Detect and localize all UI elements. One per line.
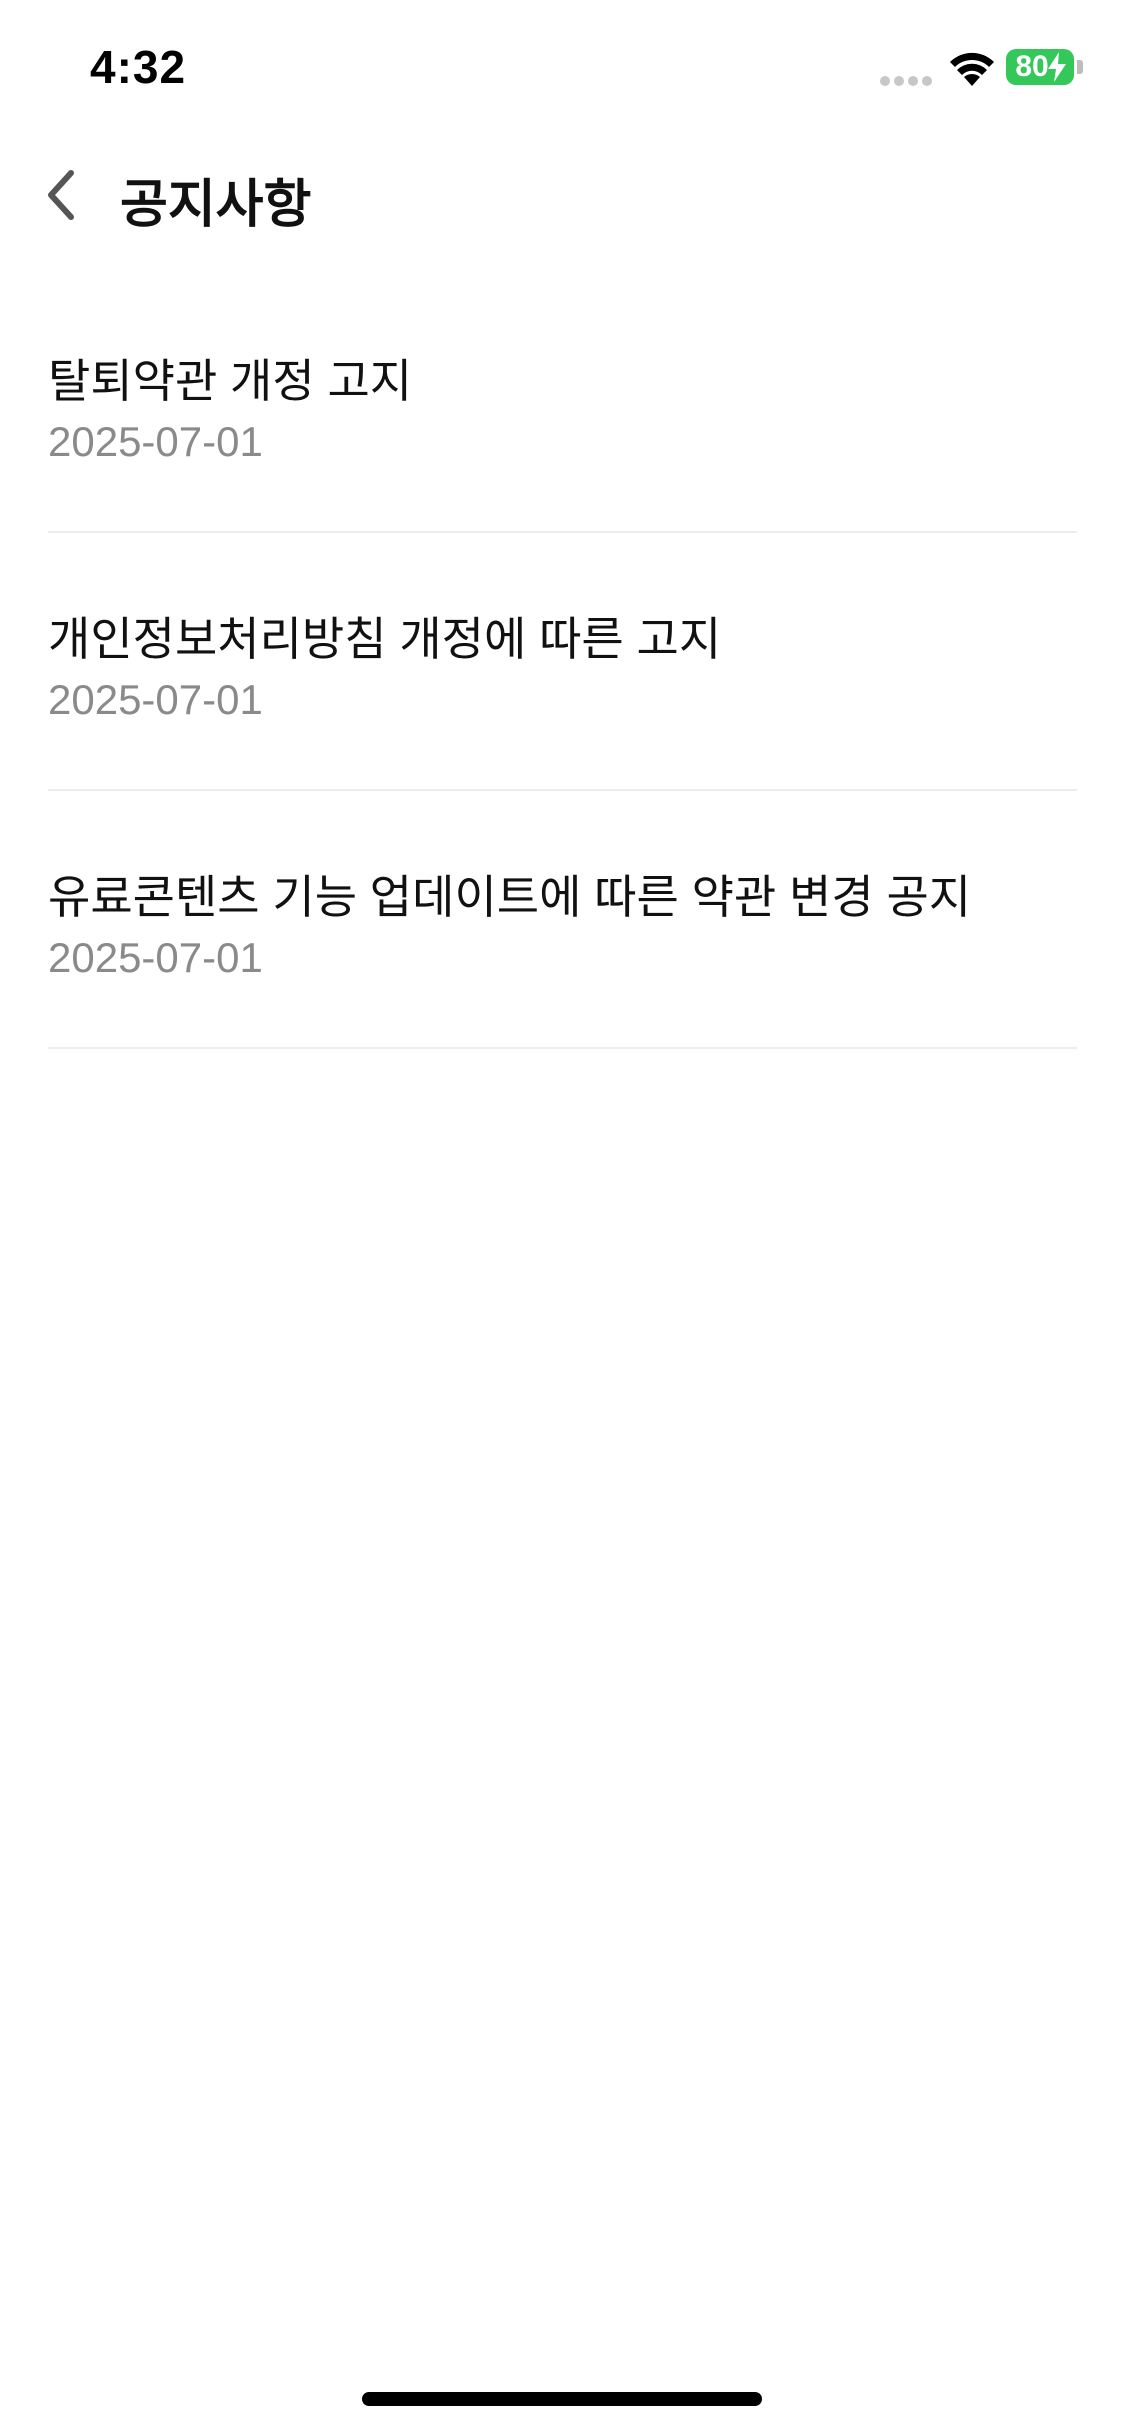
home-indicator[interactable] [362,2392,762,2406]
status-bar: 4:32 80 [0,0,1125,140]
notice-date: 2025-07-01 [48,418,263,465]
notice-title: 유료콘텐츠 기능 업데이트에 따른 약관 변경 공지 [48,871,972,923]
notice-item[interactable]: 탈퇴약관 개정 고지 2025-07-01 [48,275,1077,533]
status-time: 4:32 [90,41,187,93]
notice-title: 개인정보처리방침 개정에 따른 고지 [48,613,722,665]
battery-cap [1077,60,1083,74]
header: 공지사항 [0,140,1125,250]
back-button[interactable] [30,160,90,230]
notice-item[interactable]: 개인정보처리방침 개정에 따른 고지 2025-07-01 [48,533,1077,791]
cellular-signal-icon [880,76,932,86]
page-title: 공지사항 [120,176,312,234]
charging-bolt-icon [1048,52,1066,82]
notice-list: 탈퇴약관 개정 고지 2025-07-01 개인정보처리방침 개정에 따른 고지… [48,275,1077,1049]
notice-title: 탈퇴약관 개정 고지 [48,355,413,407]
notice-item[interactable]: 유료콘텐츠 기능 업데이트에 따른 약관 변경 공지 2025-07-01 [48,791,1077,1049]
chevron-left-icon [48,170,74,220]
notice-date: 2025-07-01 [48,934,263,981]
wifi-icon [950,52,994,86]
notice-date: 2025-07-01 [48,676,263,723]
battery-level: 80 [1015,50,1049,83]
